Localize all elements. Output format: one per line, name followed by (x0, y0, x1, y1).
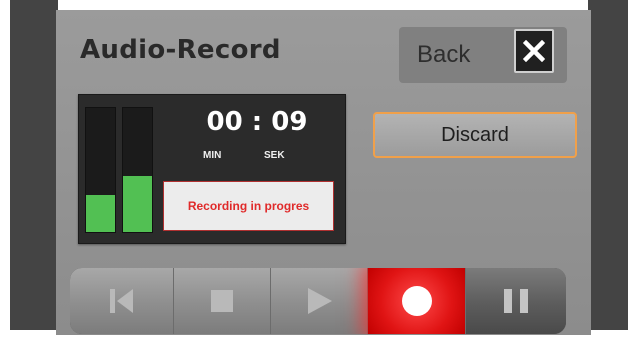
elapsed-time: 00 : 09 (187, 107, 327, 137)
recorder-display: 00 : 09 MIN SEK Recording in progres (78, 94, 346, 244)
pause-button[interactable] (466, 268, 566, 334)
stop-button[interactable] (174, 268, 271, 334)
discard-button[interactable]: Discard (373, 112, 577, 158)
elapsed-minutes: 00 (206, 107, 243, 137)
level-meter-left-fill (86, 194, 115, 232)
close-icon (523, 40, 545, 62)
pause-icon (504, 289, 528, 313)
level-meter-right-fill (123, 176, 152, 232)
play-button[interactable] (271, 268, 368, 334)
time-separator: : (251, 107, 263, 137)
skip-to-start-button[interactable] (70, 268, 174, 334)
back-button-label: Back (417, 41, 471, 68)
elapsed-seconds: 09 (271, 107, 308, 137)
record-icon (401, 286, 432, 316)
minutes-unit-label: MIN (203, 150, 222, 161)
stop-icon (211, 290, 233, 312)
recording-status: Recording in progres (163, 181, 334, 231)
skip-to-start-icon (109, 289, 133, 313)
level-meter-right (122, 107, 153, 233)
left-frame (10, 0, 58, 330)
page-title: Audio-Record (80, 35, 281, 65)
right-frame (588, 0, 628, 330)
close-button[interactable] (514, 29, 554, 73)
record-button[interactable] (368, 268, 466, 334)
seconds-unit-label: SEK (264, 150, 285, 161)
transport-bar (70, 268, 566, 334)
level-meter-left (85, 107, 116, 233)
play-icon (308, 288, 332, 314)
